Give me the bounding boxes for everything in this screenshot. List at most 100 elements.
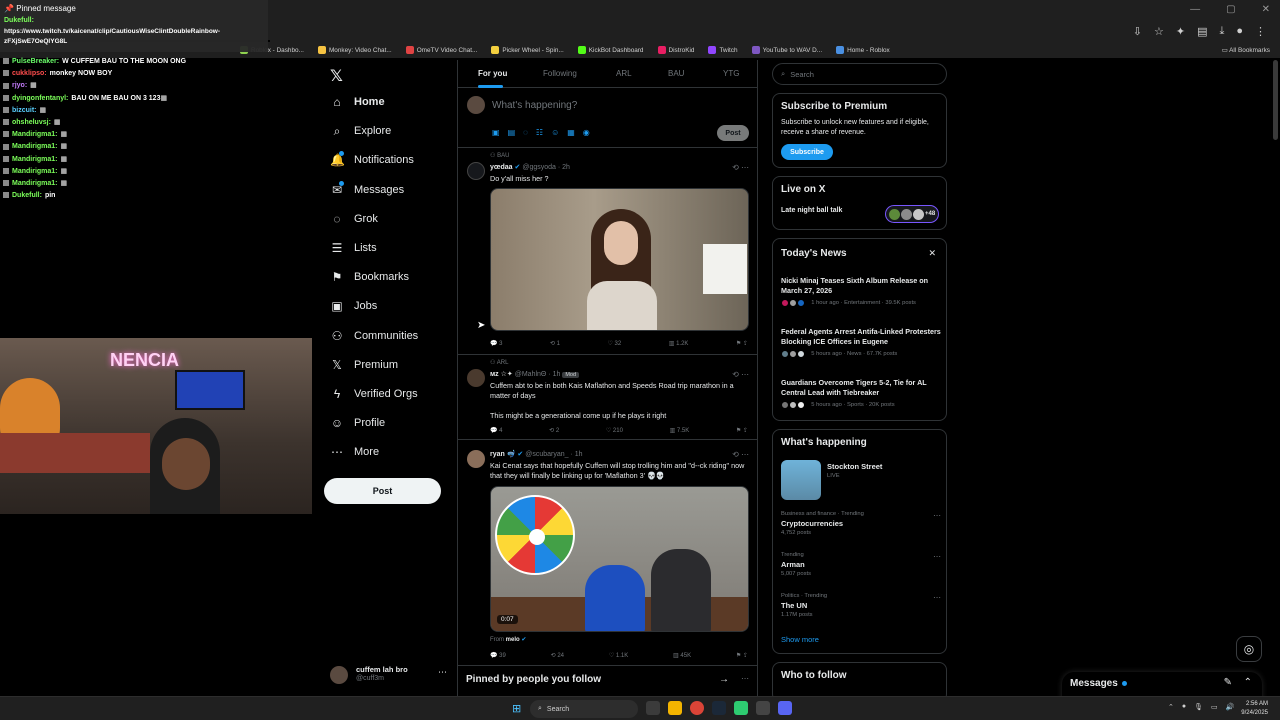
more-dots-icon[interactable]: ⋯ bbox=[933, 511, 941, 520]
emoji-icon[interactable]: ☺ bbox=[551, 128, 559, 137]
more-dots-icon[interactable]: ⋯ bbox=[741, 674, 749, 683]
live-thumbnail[interactable] bbox=[781, 460, 821, 500]
more-dots-icon[interactable]: ⋯ bbox=[933, 552, 941, 561]
pinned-by-follows-header[interactable]: Pinned by people you follow → ⋯ bbox=[458, 666, 757, 696]
chat-username[interactable]: Dukefull: bbox=[12, 192, 42, 199]
avatar[interactable] bbox=[467, 162, 485, 180]
sidebar-item-premium[interactable]: 𝕏 Premium bbox=[330, 353, 450, 377]
close-window-icon[interactable]: ✕ bbox=[1262, 4, 1270, 15]
tweet-image[interactable] bbox=[490, 188, 749, 331]
tweet-video[interactable]: 0:07 bbox=[490, 486, 749, 632]
chat-username[interactable]: PulseBreaker: bbox=[12, 58, 59, 65]
views-icon[interactable]: ▥ 45K bbox=[673, 652, 691, 659]
sidebar-item-home[interactable]: ⌂ Home bbox=[330, 90, 450, 114]
install-icon[interactable]: ⇩ bbox=[1133, 25, 1142, 38]
trend-item[interactable]: Trending Arman 5,007 posts ⋯ bbox=[781, 552, 941, 577]
chevron-up-icon[interactable]: ⌃ bbox=[1168, 703, 1174, 711]
page-scrollbar[interactable] bbox=[1273, 60, 1278, 140]
chat-username[interactable]: rjyo: bbox=[12, 82, 27, 89]
chat-username[interactable]: Mandirigma1: bbox=[12, 143, 58, 150]
bookmark-icon[interactable]: ⚑ bbox=[736, 341, 741, 347]
chat-username[interactable]: cukklipso: bbox=[12, 70, 47, 77]
avatar[interactable] bbox=[467, 450, 485, 468]
composer-post-button[interactable]: Post bbox=[717, 125, 749, 141]
tab-arl[interactable]: ARL bbox=[616, 69, 632, 78]
bookmark-item[interactable]: Monkey: Video Chat... bbox=[317, 46, 392, 54]
sidebar-item-messages[interactable]: ✉ Messages bbox=[330, 178, 450, 202]
maximize-icon[interactable]: ▢ bbox=[1226, 4, 1235, 15]
tweet-more-icon[interactable]: ⟲ ⋯ bbox=[732, 163, 749, 172]
show-more-link[interactable]: Show more bbox=[781, 635, 819, 644]
trend-item[interactable]: Business and finance · Trending Cryptocu… bbox=[781, 511, 941, 536]
bookmark-item[interactable]: DistroKid bbox=[657, 46, 694, 54]
bookmark-item[interactable]: YouTube to WAV D... bbox=[751, 46, 822, 54]
chat-username[interactable]: bizcuit: bbox=[12, 107, 37, 114]
tray-app-icon[interactable]: ● bbox=[1182, 703, 1186, 711]
schedule-icon[interactable]: ▦ bbox=[567, 128, 575, 137]
x-logo-icon[interactable]: 𝕏 bbox=[330, 66, 343, 86]
like-icon[interactable]: ♡ 1.1K bbox=[609, 652, 628, 659]
bookmark-icon[interactable]: ⚑ bbox=[736, 653, 741, 659]
more-dots-icon[interactable]: ⋯ bbox=[933, 593, 941, 602]
news-item[interactable]: Guardians Overcome Tigers 5-2, Tie for A… bbox=[781, 378, 941, 409]
news-item[interactable]: Federal Agents Arrest Antifa-Linked Prot… bbox=[781, 327, 941, 358]
grok-icon[interactable]: ◌ bbox=[523, 128, 528, 137]
bookmark-icon[interactable]: ⚑ bbox=[736, 428, 741, 434]
poll-icon[interactable]: ☷ bbox=[536, 128, 543, 137]
sidebar-item-profile[interactable]: ☺ Profile bbox=[330, 411, 450, 435]
app-icon[interactable] bbox=[734, 701, 748, 715]
compose-input[interactable]: What's happening? bbox=[492, 100, 577, 111]
app-icon[interactable] bbox=[756, 701, 770, 715]
retweet-icon[interactable]: ⟲ 2 bbox=[549, 427, 559, 434]
network-icon[interactable]: ▭ bbox=[1211, 703, 1218, 711]
chevron-up-icon[interactable]: ⌃ bbox=[1244, 677, 1252, 688]
chat-username[interactable]: Mandirigma1: bbox=[12, 180, 58, 187]
sidebar-item-bookmarks[interactable]: ⚑ Bookmarks bbox=[330, 265, 450, 289]
views-icon[interactable]: ▥ 7.5K bbox=[670, 427, 690, 434]
location-icon[interactable]: ◉ bbox=[583, 128, 590, 137]
new-message-icon[interactable]: ✎ bbox=[1224, 677, 1232, 688]
mic-icon[interactable]: 🎙 bbox=[1194, 703, 1203, 711]
chat-username[interactable]: dyingonfentanyl: bbox=[12, 95, 68, 102]
tab-following[interactable]: Following bbox=[543, 69, 577, 78]
volume-icon[interactable]: 🔊 bbox=[1226, 703, 1235, 711]
chat-username[interactable]: Mandirigma1: bbox=[12, 156, 58, 163]
tweet[interactable]: ryan 🤿 ✔ @scubaryan_ · 1h ⟲ ⋯ Kai Cenat … bbox=[458, 440, 757, 666]
close-icon[interactable]: ✕ bbox=[928, 248, 936, 259]
avatar[interactable] bbox=[467, 369, 485, 387]
subscribe-button[interactable]: Subscribe bbox=[781, 144, 833, 160]
sidebar-item-jobs[interactable]: ▣ Jobs bbox=[330, 294, 450, 318]
sidebar-item-communities[interactable]: ⚇ Communities bbox=[330, 324, 450, 348]
windows-start-icon[interactable]: ⊞ bbox=[512, 702, 521, 715]
steam-icon[interactable] bbox=[712, 701, 726, 715]
tweet[interactable]: ⚇ ARL мz ☆✦ @MahlnΘ · 1h Mod ⟲ ⋯ Cuffem … bbox=[458, 355, 757, 440]
sidebar-item-verified-orgs[interactable]: ϟ Verified Orgs bbox=[330, 382, 450, 406]
gif-icon[interactable]: ▤ bbox=[508, 128, 516, 137]
sidebar-item-lists[interactable]: ☰ Lists bbox=[330, 236, 450, 260]
like-icon[interactable]: ♡ 32 bbox=[608, 340, 622, 347]
retweet-icon[interactable]: ⟲ 1 bbox=[550, 340, 560, 347]
profile-avatar-icon[interactable]: ● bbox=[1236, 25, 1243, 38]
trend-item[interactable]: Politics · Trending The UN 1.17M posts ⋯ bbox=[781, 593, 941, 618]
pinned-link[interactable]: https://www.twitch.tv/kaicenat/clip/Caut… bbox=[4, 27, 264, 47]
image-icon[interactable]: ▣ bbox=[492, 128, 500, 137]
tweet[interactable]: ⚇ BAU yœdaa ✔ @ggsyoda · 2h ⟲ ⋯ Do y'all… bbox=[458, 148, 757, 355]
grok-icon[interactable]: ◎ bbox=[1236, 636, 1262, 662]
sidebar-item-more[interactable]: ⋯ More bbox=[330, 440, 450, 464]
tab-ytg[interactable]: YTG bbox=[723, 69, 739, 78]
chat-username[interactable]: ohsheluvsj: bbox=[12, 119, 51, 126]
tab-for-you[interactable]: For you bbox=[478, 69, 507, 78]
share-icon[interactable]: ⇪ bbox=[743, 428, 748, 434]
arrow-right-icon[interactable]: → bbox=[719, 674, 729, 685]
taskbar-search[interactable]: ⌕ Search bbox=[530, 700, 638, 718]
search-input[interactable]: ⌕ Search bbox=[772, 63, 947, 85]
bookmark-item[interactable]: Picker Wheel - Spin... bbox=[491, 46, 564, 54]
bookmark-item[interactable]: KickBot Dashboard bbox=[577, 46, 644, 54]
extension-icon[interactable]: ✦ bbox=[1176, 25, 1185, 38]
sidebar-item-grok[interactable]: ◌ Grok bbox=[330, 207, 450, 231]
minimize-icon[interactable]: — bbox=[1190, 4, 1200, 15]
tweet-more-icon[interactable]: ⟲ ⋯ bbox=[732, 370, 749, 379]
chrome-icon[interactable] bbox=[690, 701, 704, 715]
discord-icon[interactable] bbox=[778, 701, 792, 715]
more-dots-icon[interactable]: ⋯ bbox=[438, 667, 447, 678]
